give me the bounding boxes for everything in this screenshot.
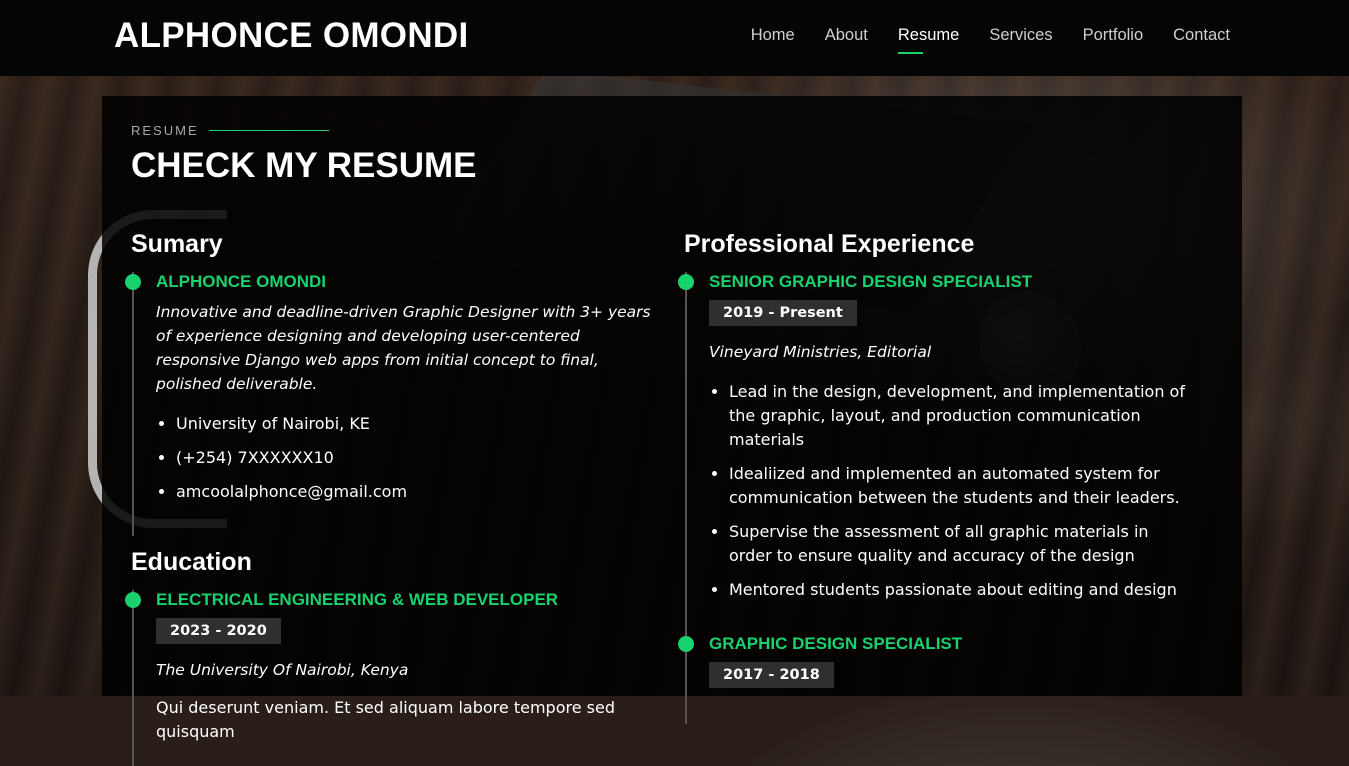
- experience-item: GRAPHIC DESIGN SPECIALIST 2017 - 2018: [678, 634, 1194, 724]
- experience-date-badge: 2017 - 2018: [709, 662, 834, 688]
- site-header: ALPHONCE OMONDI Home About Resume Servic…: [0, 0, 1349, 76]
- site-logo[interactable]: ALPHONCE OMONDI: [114, 14, 469, 58]
- nav-contact[interactable]: Contact: [1173, 24, 1230, 46]
- experience-bullet: Idealiized and implemented an automated …: [729, 462, 1194, 510]
- contact-location: University of Nairobi, KE: [176, 412, 656, 436]
- nav-about[interactable]: About: [825, 24, 868, 46]
- main-nav: Home About Resume Services Portfolio Con…: [751, 24, 1230, 54]
- experience-bullet: Supervise the assessment of all graphic …: [729, 520, 1194, 568]
- resume-panel: RESUME CHECK MY RESUME Sumary ALPHONCE O…: [102, 96, 1242, 766]
- experience-date-badge: 2019 - Present: [709, 300, 857, 326]
- experience-title: SENIOR GRAPHIC DESIGN SPECIALIST: [709, 272, 1033, 291]
- education-date-badge: 2023 - 2020: [156, 618, 281, 644]
- experience-bullets: Lead in the design, development, and imp…: [709, 380, 1194, 602]
- nav-home[interactable]: Home: [751, 24, 795, 46]
- right-column: Professional Experience SENIOR GRAPHIC D…: [678, 228, 1194, 724]
- nav-services[interactable]: Services: [989, 24, 1052, 46]
- contact-email: amcoolalphonce@gmail.com: [176, 480, 656, 504]
- contact-list: University of Nairobi, KE (+254) 7XXXXXX…: [156, 412, 656, 504]
- nav-resume[interactable]: Resume: [897, 24, 959, 54]
- nav-portfolio[interactable]: Portfolio: [1083, 24, 1144, 46]
- education-heading: Education: [131, 548, 252, 576]
- experience-bullet: Lead in the design, development, and imp…: [729, 380, 1194, 452]
- summary-heading: Sumary: [131, 230, 223, 258]
- experience-title: GRAPHIC DESIGN SPECIALIST: [709, 634, 963, 653]
- education-item: ELECTRICAL ENGINEERING & WEB DEVELOPER 2…: [125, 590, 656, 766]
- education-description: Qui deserunt veniam. Et sed aliquam labo…: [156, 698, 615, 741]
- contact-phone: (+254) 7XXXXXX10: [176, 446, 656, 470]
- education-school: The University Of Nairobi, Kenya: [156, 661, 409, 679]
- section-title: CHECK MY RESUME: [131, 146, 477, 185]
- summary-item: ALPHONCE OMONDI Innovative and deadline-…: [125, 272, 656, 536]
- experience-bullet: Mentored students passionate about editi…: [729, 578, 1194, 602]
- left-column: Sumary ALPHONCE OMONDI Innovative and de…: [125, 228, 656, 766]
- section-label: RESUME: [131, 123, 329, 138]
- summary-name: ALPHONCE OMONDI: [156, 272, 326, 291]
- summary-description: Innovative and deadline-driven Graphic D…: [156, 303, 651, 393]
- experience-heading: Professional Experience: [684, 230, 975, 258]
- education-title: ELECTRICAL ENGINEERING & WEB DEVELOPER: [156, 590, 559, 609]
- experience-org: Vineyard Ministries, Editorial: [709, 343, 932, 361]
- experience-item: SENIOR GRAPHIC DESIGN SPECIALIST 2019 - …: [678, 272, 1194, 634]
